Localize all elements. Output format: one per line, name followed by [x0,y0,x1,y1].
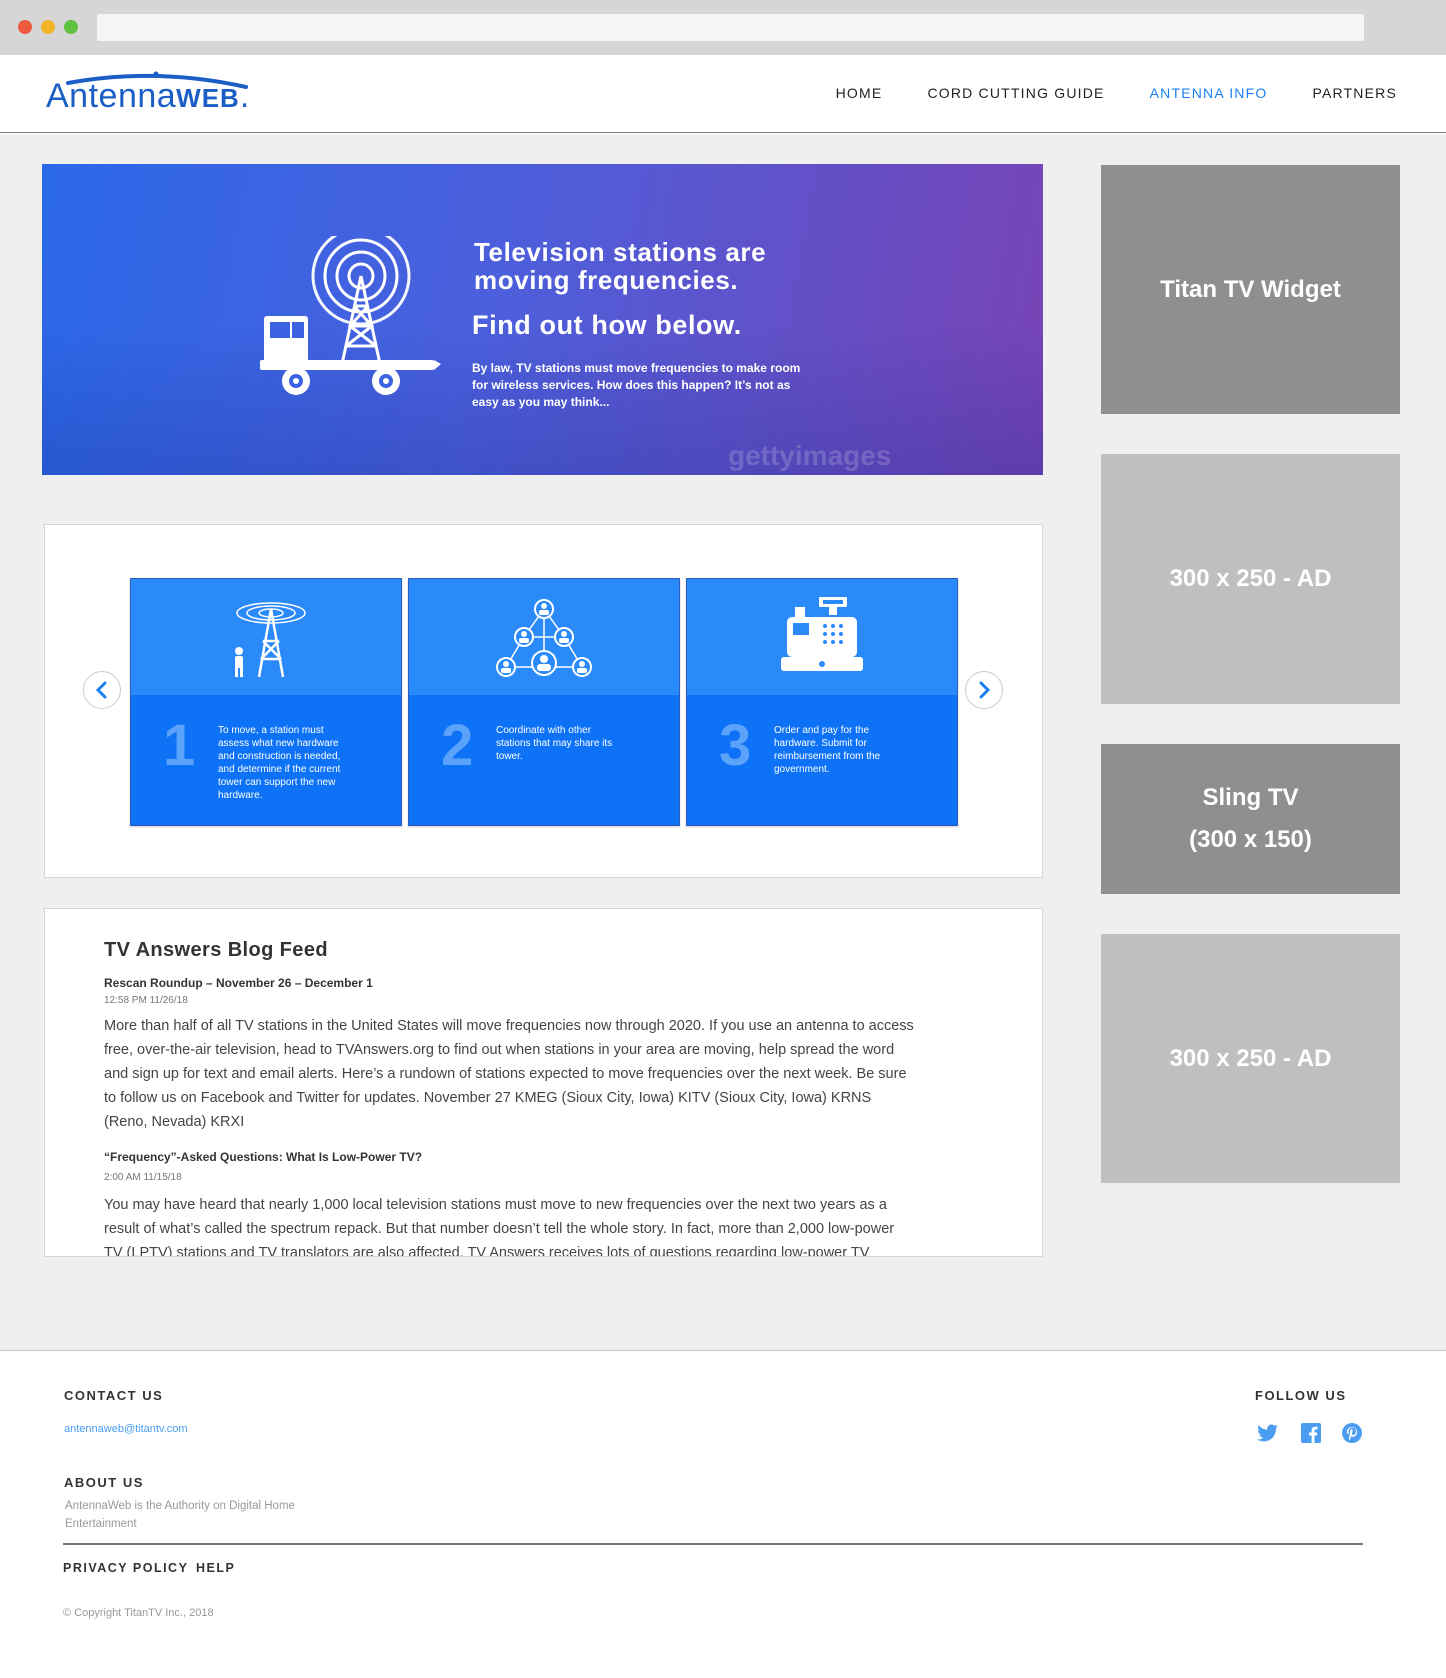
blog-feed-title: TV Answers Blog Feed [104,939,328,961]
ad-label: Sling TV [1202,784,1299,811]
ad-label: 300 x 250 - AD [1169,1044,1332,1072]
contact-us-heading: CONTACT US [64,1388,164,1403]
minimize-window-button[interactable] [41,20,55,34]
site-header: AntennaWEB. HOME CORD CUTTING GUIDE ANTE… [0,55,1446,133]
hero-title: Television stations are moving frequenci… [474,237,767,295]
ad-label: 300 x 250 - AD [1169,565,1332,592]
chevron-right-icon [979,681,991,699]
ad-slot-300x250[interactable]: 300 x 250 - AD [1101,934,1400,1183]
post-body: More than half of all TV stations in the… [104,1018,914,1130]
privacy-policy-link[interactable]: PRIVACY POLICY [63,1561,188,1575]
hero-subtitle: Find out how below. [472,310,742,340]
hero-body: By law, TV stations must move frequencie… [472,361,801,409]
nav-home[interactable]: HOME [836,85,883,101]
blog-feed[interactable]: TV Answers Blog Feed Rescan Roundup – No… [44,908,1043,1257]
about-us-heading: ABOUT US [64,1475,144,1490]
step-number: 3 [719,713,752,778]
main-nav: HOME CORD CUTTING GUIDE ANTENNA INFO PAR… [836,85,1397,101]
gettyimages-watermark: gettyimages [728,440,892,471]
carousel-next-button[interactable] [965,671,1003,709]
titan-tv-widget[interactable]: Titan TV Widget [1101,165,1400,414]
logo-text-main: Antenna [46,77,177,115]
steps-carousel: 1 To move, a station must assess what ne… [44,524,1043,878]
pinterest-icon[interactable] [1342,1423,1362,1443]
step-number: 1 [163,713,196,778]
post-time: 2:00 AM 11/15/18 [104,1172,182,1183]
chevron-left-icon [95,681,107,699]
logo-dot: . [239,77,250,115]
maximize-window-button[interactable] [64,20,78,34]
help-link[interactable]: HELP [196,1561,235,1575]
contact-email-link[interactable]: antennaweb@titantv.com [64,1423,187,1435]
hero-banner[interactable]: Television stations are moving frequenci… [42,164,1043,475]
nav-partners[interactable]: PARTNERS [1312,85,1397,101]
step-card-3[interactable]: 3 Order and pay for the hardware. Submit… [686,578,958,826]
close-window-button[interactable] [18,20,32,34]
facebook-icon[interactable] [1301,1423,1321,1443]
step-description: To move, a station must assess what new … [218,725,341,801]
address-bar[interactable] [97,14,1364,41]
twitter-icon[interactable] [1257,1423,1279,1443]
step-number: 2 [441,713,474,778]
ad-label: Titan TV Widget [1160,275,1341,303]
ad-size-label: (300 x 150) [1189,826,1312,853]
step-card-1[interactable]: 1 To move, a station must assess what ne… [130,578,402,826]
site-footer: CONTACT US antennaweb@titantv.com ABOUT … [0,1350,1446,1678]
about-us-text: AntennaWeb is the Authority on Digital H… [65,1500,295,1530]
browser-chrome [0,0,1446,55]
follow-us-heading: FOLLOW US [1255,1388,1347,1403]
nav-cord-cutting-guide[interactable]: CORD CUTTING GUIDE [927,85,1104,101]
logo-text-web: WEB [176,83,240,113]
tower-icon [235,602,306,678]
network-people-icon [496,599,592,677]
sling-tv-ad[interactable]: Sling TV (300 x 150) [1101,744,1400,894]
footer-divider [63,1543,1363,1545]
antennaweb-logo[interactable]: AntennaWEB. [46,69,276,119]
ad-slot-300x250[interactable]: 300 x 250 - AD [1101,454,1400,704]
tower-truck-icon [260,236,441,395]
post-body: You may have heard that nearly 1,000 loc… [104,1197,895,1257]
post-time: 12:58 PM 11/26/18 [104,995,188,1006]
post-title[interactable]: Rescan Roundup – November 26 – December … [104,976,373,990]
copyright-text: © Copyright TitanTV Inc., 2018 [63,1607,214,1619]
carousel-prev-button[interactable] [83,671,121,709]
nav-antenna-info[interactable]: ANTENNA INFO [1150,85,1268,101]
post-title[interactable]: “Frequency”-Asked Questions: What Is Low… [104,1150,422,1164]
step-description: Order and pay for the hardware. Submit f… [774,725,881,775]
cash-register-icon [781,597,863,671]
step-card-2[interactable]: 2 Coordinate with other stations that ma… [408,578,680,826]
step-description: Coordinate with other stations that may … [496,725,613,762]
